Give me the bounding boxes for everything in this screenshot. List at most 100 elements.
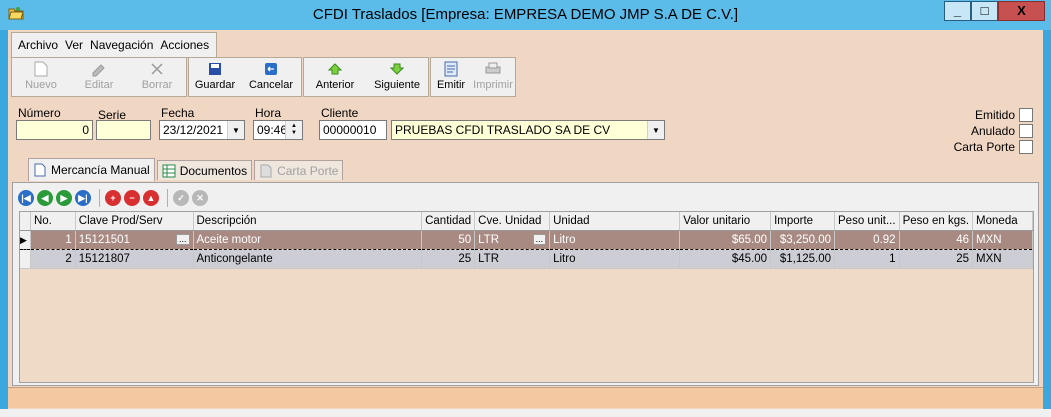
cliente-dropdown-icon[interactable]: ▼ [647, 121, 664, 139]
cell-no[interactable]: 2 [30, 249, 76, 269]
siguiente-button[interactable]: Siguiente [366, 58, 428, 96]
hora-label: Hora [255, 106, 282, 120]
menu-bar: Archivo Ver Navegación Acciones [11, 32, 218, 58]
cell-descripcion[interactable]: Aceite motor [193, 230, 423, 250]
anulado-row: Anulado [971, 124, 1033, 138]
column-header[interactable]: Clave Prod/Serv [75, 212, 194, 231]
editar-button[interactable]: Editar [70, 58, 128, 96]
numero-field[interactable]: 0 [16, 120, 93, 140]
nav-separator [167, 189, 168, 207]
column-header[interactable]: Importe [770, 212, 836, 231]
remove-record-icon[interactable]: − [124, 190, 140, 206]
first-record-icon[interactable]: |◀ [18, 190, 34, 206]
cell-moneda[interactable]: MXN [972, 230, 1033, 250]
cell-cantidad[interactable]: 25 [421, 249, 476, 269]
add-record-icon[interactable]: + [105, 190, 121, 206]
emitir-button[interactable]: Emitir [431, 58, 471, 96]
cell-descripcion[interactable]: Anticongelante [193, 249, 423, 269]
tab-documentos-label: Documentos [179, 163, 248, 178]
fecha-label: Fecha [161, 106, 195, 120]
clave-ellipsis-button[interactable]: ... [175, 234, 190, 245]
close-button[interactable]: X [998, 1, 1045, 21]
menu-acciones[interactable]: Acciones [160, 38, 209, 52]
fecha-picker[interactable]: 23/12/2021 ▼ [159, 120, 245, 140]
borrar-button[interactable]: Borrar [128, 58, 186, 96]
cell-cve-unidad[interactable]: LTR... [474, 230, 551, 250]
column-header[interactable]: Descripción [193, 212, 423, 231]
minimize-button[interactable]: _ [944, 1, 971, 21]
column-header[interactable]: Peso en kgs. [899, 212, 974, 231]
cell-valor-unitario[interactable]: $45.00 [679, 249, 772, 269]
items-table: No. Clave Prod/Serv Descripción Cantidad… [20, 212, 1033, 269]
cell-importe[interactable]: $3,250.00 [770, 230, 836, 250]
emitido-checkbox[interactable] [1019, 108, 1033, 122]
carta-porte-checkbox[interactable] [1019, 140, 1033, 154]
cell-cantidad[interactable]: 50 [421, 230, 476, 250]
prev-record-icon[interactable]: ◀ [37, 190, 53, 206]
confirm-icon[interactable]: ✓ [173, 190, 189, 206]
row-indicator [20, 249, 31, 269]
anterior-button[interactable]: Anterior [304, 58, 366, 96]
column-header[interactable]: No. [30, 212, 76, 231]
tab-strip: Mercancía Manual Documentos Carta Porte [28, 158, 345, 182]
clave-value: 15121501 [78, 234, 130, 246]
cell-moneda[interactable]: MXN [972, 249, 1033, 269]
nav-separator [99, 189, 100, 207]
cve-unidad-ellipsis-button[interactable]: ... [532, 234, 547, 245]
current-row-indicator-icon: ▶ [20, 230, 31, 250]
cell-peso-unit[interactable]: 0.92 [834, 230, 900, 250]
column-header[interactable]: Unidad [549, 212, 681, 231]
tab-documentos[interactable]: Documentos [156, 160, 253, 180]
cell-clave[interactable]: 15121501... [75, 230, 194, 250]
cell-peso-kgs[interactable]: 46 [899, 230, 974, 250]
cell-unidad[interactable]: Litro [549, 230, 681, 250]
next-record-icon[interactable]: ▶ [56, 190, 72, 206]
menu-navegacion[interactable]: Navegación [90, 38, 153, 52]
hora-spinner-icon[interactable]: ▲ ▼ [285, 121, 302, 139]
cliente-name-value: PRUEBAS CFDI TRASLADO SA DE CV [395, 123, 611, 137]
emitir-label: Emitir [436, 79, 466, 91]
hora-field[interactable]: 09:46 ▲ ▼ [253, 120, 303, 140]
cell-valor-unitario[interactable]: $65.00 [679, 230, 772, 250]
menu-ver[interactable]: Ver [65, 38, 83, 52]
column-header[interactable]: Peso unit... [834, 212, 900, 231]
printer-icon [485, 61, 501, 77]
cliente-label: Cliente [321, 106, 359, 120]
cell-peso-kgs[interactable]: 25 [899, 249, 974, 269]
nuevo-button[interactable]: Nuevo [12, 58, 70, 96]
tab-carta-porte[interactable]: Carta Porte [254, 160, 344, 180]
save-disk-icon [207, 61, 223, 77]
last-record-icon[interactable]: ▶| [75, 190, 91, 206]
edit-record-icon[interactable]: ▲ [143, 190, 159, 206]
cell-importe[interactable]: $1,125.00 [770, 249, 836, 269]
guardar-button[interactable]: Guardar [189, 58, 241, 96]
cell-no[interactable]: 1 [30, 230, 76, 250]
cancelar-button[interactable]: Cancelar [241, 58, 301, 96]
document-icon [34, 163, 46, 177]
serie-field[interactable] [96, 120, 151, 140]
cancel-icon[interactable]: ✕ [192, 190, 208, 206]
column-header[interactable]: Cantidad [421, 212, 476, 231]
column-header[interactable]: Valor unitario [679, 212, 772, 231]
table-row[interactable]: ▶ 1 15121501... Aceite motor 50 LTR... L… [20, 230, 1033, 250]
column-header[interactable]: Cve. Unidad [474, 212, 551, 231]
anulado-checkbox[interactable] [1019, 124, 1033, 138]
maximize-button[interactable]: □ [971, 1, 998, 21]
siguiente-label: Siguiente [374, 79, 420, 91]
grid-nav-bar: |◀ ◀ ▶ ▶| + − ▲ ✓ ✕ [18, 187, 211, 209]
imprimir-button[interactable]: Imprimir [471, 58, 515, 96]
cell-cve-unidad[interactable]: LTR [474, 249, 551, 269]
tab-mercancia-manual[interactable]: Mercancía Manual [28, 158, 155, 181]
menu-archivo[interactable]: Archivo [18, 38, 58, 52]
document-gray-icon [260, 164, 272, 177]
column-header[interactable]: Moneda [972, 212, 1033, 231]
table-row[interactable]: 2 15121807 Anticongelante 25 LTR Litro $… [20, 249, 1033, 269]
cliente-name-combo[interactable]: PRUEBAS CFDI TRASLADO SA DE CV ▼ [391, 120, 665, 140]
carta-porte-label: Carta Porte [953, 140, 1015, 154]
cell-peso-unit[interactable]: 1 [834, 249, 900, 269]
cell-unidad[interactable]: Litro [549, 249, 681, 269]
cell-clave[interactable]: 15121807 [75, 249, 194, 269]
editar-label: Editar [84, 79, 114, 91]
fecha-dropdown-icon[interactable]: ▼ [227, 121, 244, 139]
cliente-code-field[interactable]: 00000010 [319, 120, 387, 140]
